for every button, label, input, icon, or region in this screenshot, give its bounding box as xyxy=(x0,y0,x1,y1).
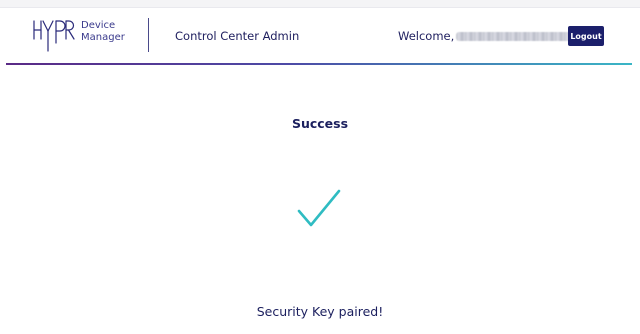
product-name: Device Manager xyxy=(81,20,125,44)
page: Device Manager Control Center Admin Welc… xyxy=(0,0,640,334)
status-message: Security Key paired! xyxy=(256,304,384,319)
app-header: Device Manager Control Center Admin Welc… xyxy=(0,8,640,64)
browser-top-strip xyxy=(0,0,640,8)
header-accent-line xyxy=(6,63,632,65)
product-name-line2: Manager xyxy=(81,32,125,43)
welcome-label: Welcome, xyxy=(398,29,455,43)
logout-button[interactable]: Logout xyxy=(568,26,604,46)
success-title: Success xyxy=(291,116,349,131)
app-title: Control Center Admin xyxy=(175,29,300,43)
redacted-user-email xyxy=(456,32,573,41)
header-divider xyxy=(148,18,149,52)
check-icon xyxy=(297,189,341,227)
product-name-line1: Device xyxy=(81,20,116,31)
hypr-logo xyxy=(33,20,75,52)
welcome-message: Welcome, xyxy=(398,29,573,43)
